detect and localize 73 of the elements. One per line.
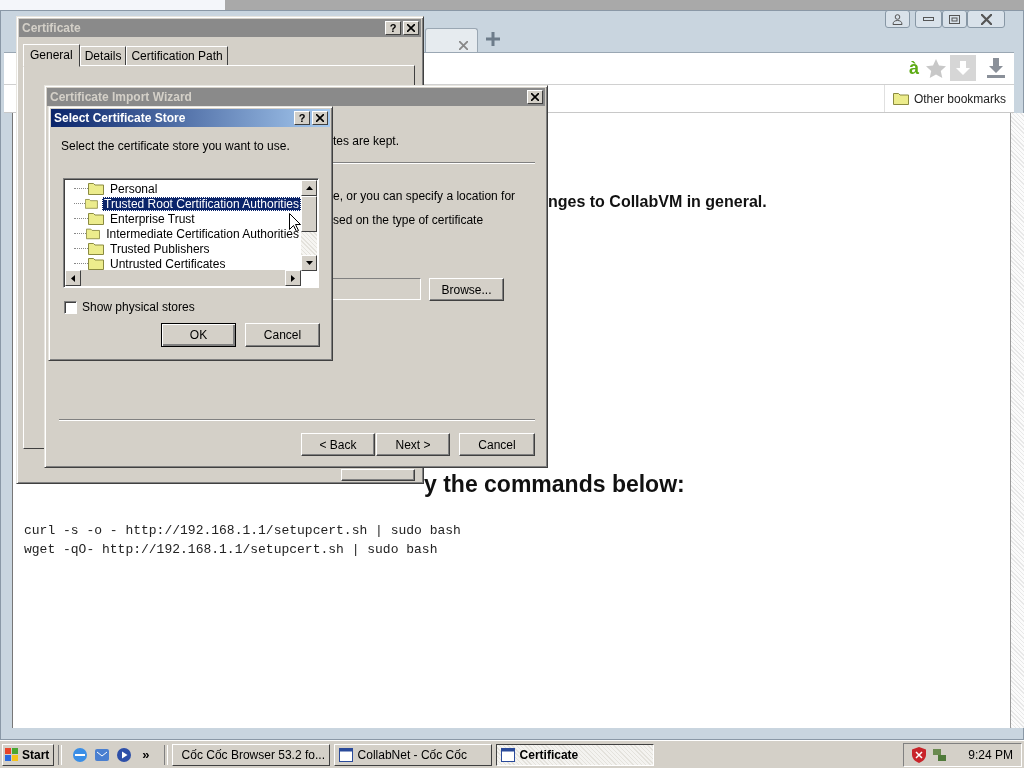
close-icon xyxy=(980,13,992,25)
vertical-scrollbar[interactable] xyxy=(301,180,317,271)
profile-button[interactable] xyxy=(885,10,910,28)
dialog-title: Select Certificate Store xyxy=(54,111,186,125)
checkbox-label: Show physical stores xyxy=(82,300,195,314)
maximize-button[interactable] xyxy=(942,10,967,28)
store-item[interactable]: Trusted Publishers xyxy=(108,241,212,256)
button[interactable] xyxy=(341,469,415,481)
folder-icon xyxy=(892,92,909,105)
window-icon xyxy=(500,747,515,762)
tab[interactable]: Certification Path xyxy=(126,46,228,66)
page-heading: y the commands below: xyxy=(424,471,685,498)
taskbar-button[interactable]: CollabNet - Cốc Cốc xyxy=(333,743,492,766)
folder-icon xyxy=(88,242,104,255)
overflow-chevron[interactable]: » xyxy=(138,747,154,762)
tab[interactable]: General xyxy=(23,44,80,67)
store-tree[interactable]: Personal Trusted Root Certification Authorities Enterprise Trust Intermediate Certification Authorities Trusted Publishers Untrusted Certificates xyxy=(63,178,319,288)
wizard-button[interactable]: < Back xyxy=(301,433,375,456)
command-line: curl -s -o - http://192.168.1.1/setupcert.sh | sudo bash xyxy=(24,522,461,540)
store-item[interactable]: Personal xyxy=(108,181,160,196)
close-icon xyxy=(316,114,324,122)
help-button[interactable]: ? xyxy=(294,111,310,125)
folder-icon xyxy=(88,212,104,225)
store-item[interactable]: Intermediate Certification Authorities xyxy=(104,226,301,241)
start-button[interactable]: Start xyxy=(2,743,55,766)
minimize-button[interactable] xyxy=(915,10,942,28)
dialog-button[interactable]: Cancel xyxy=(245,323,320,347)
tab[interactable]: Details xyxy=(79,46,127,66)
folder-icon xyxy=(86,227,101,240)
dialog-button[interactable]: OK xyxy=(161,323,236,347)
media-player-icon[interactable] xyxy=(116,746,133,763)
store-item[interactable]: Trusted Root Certification Authorities xyxy=(102,196,301,211)
down-arrow-icon xyxy=(305,261,313,265)
checkbox[interactable] xyxy=(64,300,77,314)
star-icon[interactable] xyxy=(926,59,946,78)
tab-close-icon xyxy=(459,41,468,50)
browse-button[interactable]: Browse... xyxy=(429,278,504,301)
prompt-text: Select the certificate store you want to use. xyxy=(61,139,290,153)
store-item[interactable]: Enterprise Trust xyxy=(108,211,197,226)
shield-icon[interactable] xyxy=(912,746,927,763)
wizard-button[interactable]: Cancel xyxy=(459,433,535,456)
bookmark-item[interactable]: Other bookmarks xyxy=(883,85,1014,112)
taskbar-button[interactable]: Cốc Cốc Browser 53.2 fo... xyxy=(171,743,330,766)
window-icon xyxy=(338,747,353,762)
window-title: Certificate Import Wizard xyxy=(50,90,192,104)
minimize-icon xyxy=(923,17,934,21)
help-button[interactable]: ? xyxy=(385,21,401,35)
window-title: Certificate xyxy=(22,21,81,35)
instruction-text: sed on the type of certificate xyxy=(333,213,484,227)
left-arrow-icon xyxy=(71,274,75,282)
instruction-text: tes are kept. xyxy=(333,134,400,148)
folder-icon xyxy=(85,197,98,210)
close-icon xyxy=(407,24,415,32)
mail-icon[interactable] xyxy=(94,746,111,763)
horizontal-scrollbar[interactable] xyxy=(65,270,301,286)
page-text: nges to CollabVM in general. xyxy=(548,193,767,211)
up-arrow-icon xyxy=(305,186,313,190)
new-tab-icon[interactable] xyxy=(486,32,500,46)
folder-icon xyxy=(88,182,104,195)
download-icon[interactable] xyxy=(987,58,1005,78)
right-arrow-icon xyxy=(291,274,295,282)
restore-icon xyxy=(949,14,960,24)
close-icon xyxy=(531,93,539,101)
person-icon xyxy=(892,13,903,25)
instruction-text: e, or you can specify a location for xyxy=(333,189,516,203)
scrollbar[interactable] xyxy=(1010,113,1024,728)
taskbar-button[interactable]: Certificate xyxy=(495,743,654,766)
clock: 9:24 PM xyxy=(968,747,1013,762)
store-item[interactable]: Untrusted Certificates xyxy=(108,256,228,270)
windows-logo-icon xyxy=(5,748,19,761)
command-line: wget -qO- http://192.168.1.1/setupcert.sh | sudo bash xyxy=(24,541,439,559)
wizard-button[interactable]: Next > xyxy=(376,433,450,456)
down-arrow-icon xyxy=(956,61,970,75)
